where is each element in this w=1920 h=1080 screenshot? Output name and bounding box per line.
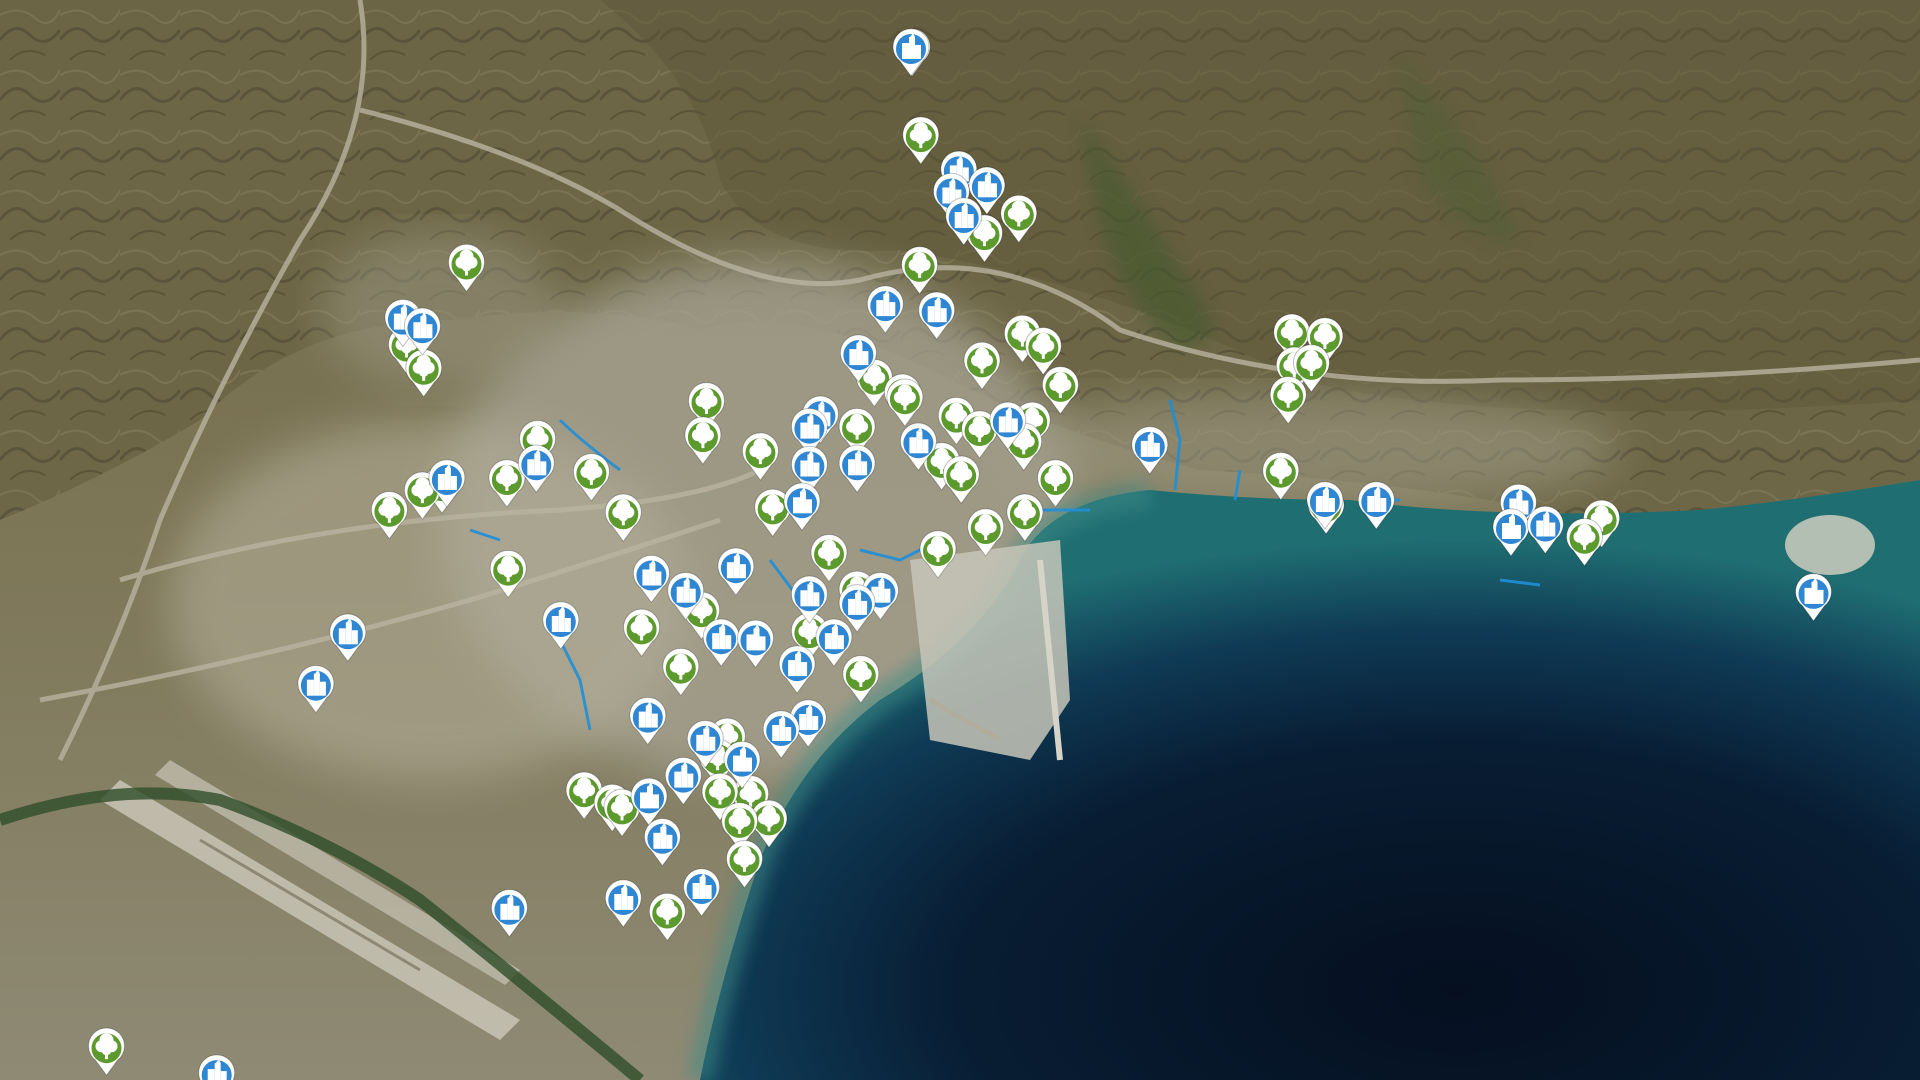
quarry [1785, 515, 1875, 575]
satellite-map[interactable] [0, 0, 1920, 1080]
